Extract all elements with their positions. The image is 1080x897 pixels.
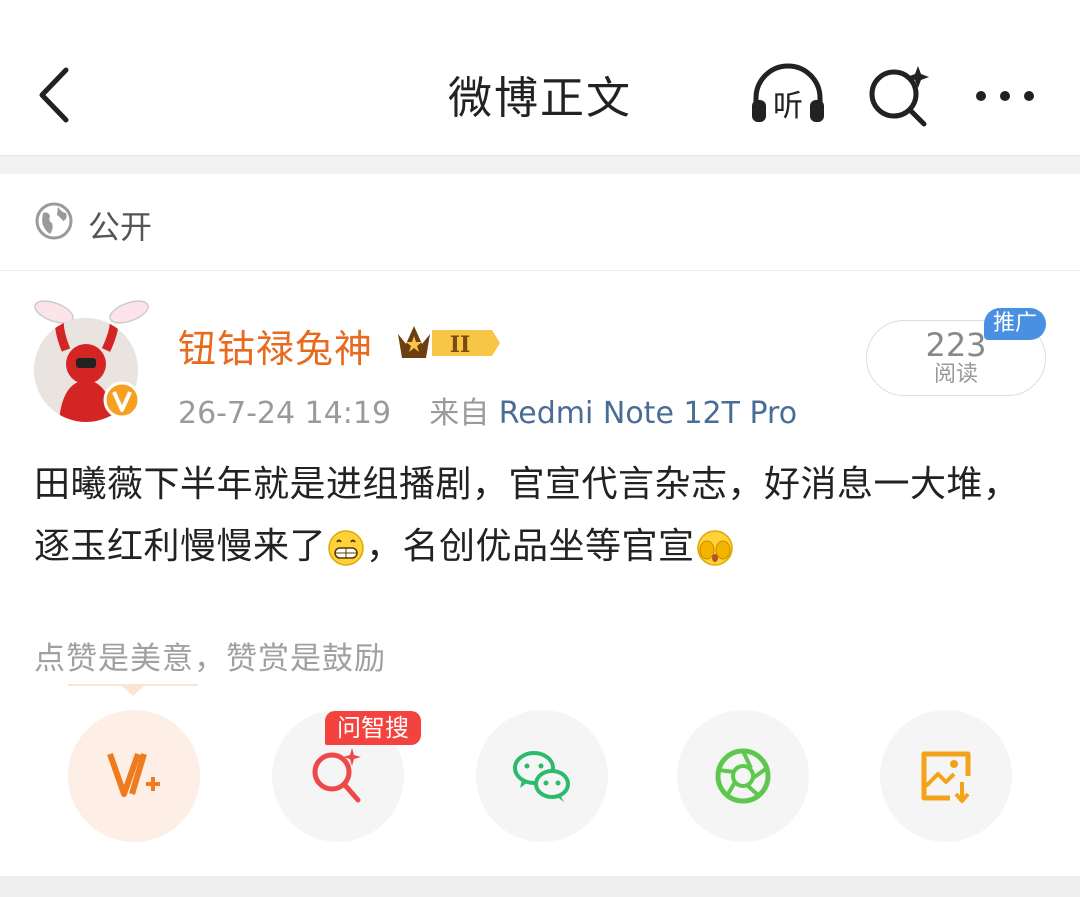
page-title: 微博正文 xyxy=(448,73,632,124)
member-level: II xyxy=(450,332,471,358)
username[interactable]: 钮钴禄兔神 xyxy=(178,318,373,373)
listen-button[interactable]: 听 xyxy=(748,62,828,128)
post-time: 26-7-24 14:19 xyxy=(178,396,392,431)
search-button[interactable] xyxy=(866,62,936,128)
tip-pointer xyxy=(68,684,198,696)
device-link[interactable]: Redmi Note 12T Pro xyxy=(499,396,797,431)
visibility-label: 公开 xyxy=(88,208,153,246)
back-button[interactable] xyxy=(26,60,86,130)
ai-search-icon xyxy=(869,66,929,127)
section-divider xyxy=(0,155,1080,174)
globe-icon xyxy=(35,202,73,240)
crown-icon: II xyxy=(398,326,500,358)
headphones-icon: 听 xyxy=(752,63,824,124)
wechat-share-button[interactable] xyxy=(476,710,608,842)
shy-emoji-icon xyxy=(696,530,733,566)
moments-icon xyxy=(715,748,771,804)
listen-label: 听 xyxy=(773,89,803,124)
promote-badge[interactable]: 推广 xyxy=(984,308,1046,340)
reward-tip: 点赞是美意，赞赏是鼓励 xyxy=(34,641,386,677)
more-button[interactable] xyxy=(970,76,1040,116)
v-plus-icon xyxy=(107,753,160,797)
post-text-part2: ，名创优品坐等官宣 xyxy=(366,526,695,567)
post-meta: 26-7-24 14:19 来自 Redmi Note 12T Pro xyxy=(178,388,797,432)
avatar[interactable] xyxy=(24,290,159,425)
bunny-ears-avatar-image xyxy=(34,300,149,422)
visibility-row xyxy=(0,173,1080,271)
ai-search-icon xyxy=(312,748,361,803)
post-content: 田曦薇下半年就是进组播剧，官宣代言杂志，好消息一大堆，逐玉红利慢慢来了 ，名创优… xyxy=(34,454,1054,578)
top-nav-bar: 微博正文 听 xyxy=(0,0,1080,155)
source-prefix: 来自 xyxy=(429,396,490,431)
grin-emoji-icon xyxy=(328,530,364,566)
moments-share-button[interactable] xyxy=(677,710,809,842)
wechat-icon xyxy=(513,751,570,802)
save-image-icon xyxy=(921,751,971,803)
vip-reward-button[interactable] xyxy=(68,710,200,842)
read-label: 阅读 xyxy=(933,362,978,387)
save-image-button[interactable] xyxy=(880,710,1012,842)
ai-search-badge: 问智搜 xyxy=(325,711,421,745)
bottom-divider xyxy=(0,876,1080,897)
chevron-left-icon xyxy=(39,67,69,123)
more-dots-icon xyxy=(976,91,1034,101)
member-badge[interactable]: II xyxy=(392,318,502,368)
